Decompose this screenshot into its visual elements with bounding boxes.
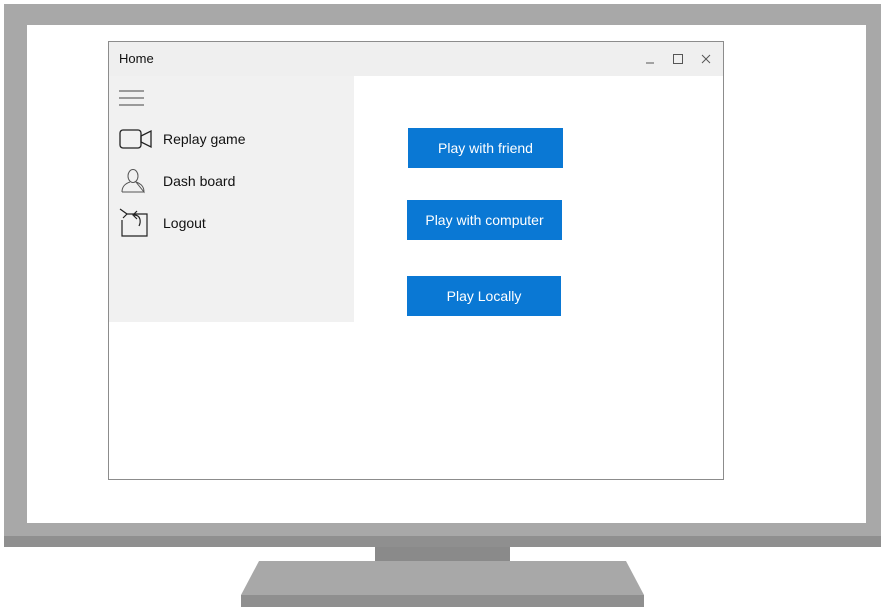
maximize-icon (673, 54, 683, 64)
hamburger-menu-icon (119, 90, 144, 106)
hamburger-menu-button[interactable] (119, 89, 145, 109)
sidebar: Replay game Dash board Logout (109, 76, 354, 322)
sidebar-item-label: Logout (163, 215, 206, 231)
sidebar-item-replay-game[interactable]: Replay game (119, 125, 339, 153)
sidebar-item-label: Dash board (163, 173, 236, 189)
maximize-button[interactable] (669, 50, 687, 68)
monitor-chin (4, 536, 881, 547)
sidebar-item-dash-board[interactable]: Dash board (119, 167, 339, 195)
minimize-icon (646, 62, 654, 64)
user-icon (119, 167, 153, 195)
desktop-monitor-mockup: Home Replay game Dash board Logout Play … (0, 0, 887, 607)
play-with-computer-button[interactable]: Play with computer (407, 200, 562, 240)
monitor-stand-base (241, 561, 644, 607)
play-with-friend-button[interactable]: Play with friend (408, 128, 563, 168)
video-camera-icon (119, 125, 153, 153)
close-button[interactable] (697, 50, 715, 68)
close-icon (701, 54, 711, 64)
logout-icon (119, 208, 153, 237)
title-bar: Home (109, 42, 723, 76)
minimize-button[interactable] (641, 50, 659, 68)
window-title: Home (119, 51, 154, 66)
sidebar-item-label: Replay game (163, 131, 246, 147)
play-locally-button[interactable]: Play Locally (407, 276, 561, 316)
app-window: Home Replay game Dash board Logout Play … (108, 41, 724, 480)
sidebar-item-logout[interactable]: Logout (119, 208, 339, 237)
